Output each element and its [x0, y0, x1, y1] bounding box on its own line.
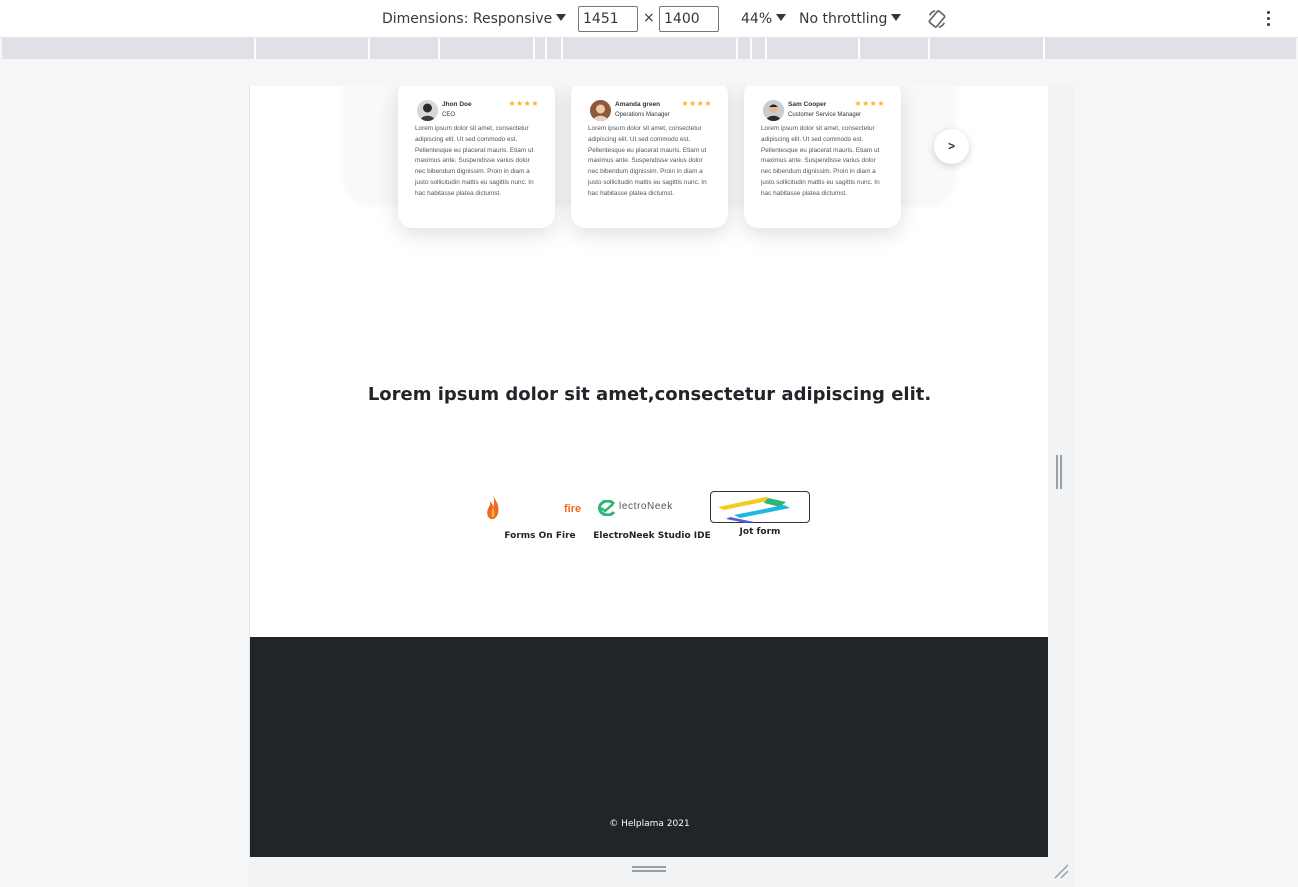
chevron-down-icon [556, 14, 567, 21]
dimensions-label: Dimensions: Responsive [382, 11, 553, 27]
testimonial-card: Amanda green Operations Manager ★★★★ Lor… [571, 86, 728, 228]
bottom-resize-handle[interactable] [632, 866, 666, 874]
testimonial-card: Jhon Doe CEO ★★★★ Lorem ipsum dolor sit … [398, 86, 555, 228]
reviewer-name: Jhon Doe [442, 101, 472, 108]
footer: © Helplama 2021 [250, 637, 1048, 857]
next-arrow-button[interactable]: > [934, 129, 969, 164]
reviewer-name: Sam Cooper [788, 101, 827, 108]
jotform-logo [710, 491, 810, 523]
avatar [417, 100, 438, 121]
star-rating: ★★★★ [508, 99, 539, 108]
star-rating: ★★★★ [854, 99, 885, 108]
width-input[interactable] [578, 6, 638, 32]
times-separator: × [643, 10, 655, 26]
testimonial-text: Lorem ipsum dolor sit amet, consectetur … [588, 125, 707, 197]
testimonial-text: Lorem ipsum dolor sit amet, consectetur … [761, 125, 880, 197]
brand-forms-on-fire[interactable]: fire Forms On Fire [483, 493, 597, 541]
corner-resize-icon[interactable] [1053, 863, 1069, 879]
chevron-down-icon [776, 14, 787, 21]
rotate-icon[interactable] [926, 8, 948, 30]
reviewer-role: Operations Manager [615, 112, 670, 118]
electroneek-logo-text: lectroNeek [619, 501, 673, 512]
electroneek-logo-icon [597, 500, 616, 516]
throttling-dropdown[interactable]: No throttling [799, 9, 902, 29]
media-query-bar[interactable] [2, 38, 1296, 59]
right-resize-handle[interactable] [1056, 455, 1064, 489]
height-input[interactable] [659, 6, 719, 32]
reviewer-name: Amanda green [615, 101, 661, 108]
zoom-dropdown[interactable]: 44% [741, 9, 787, 29]
throttling-label: No throttling [799, 11, 888, 27]
page-viewport: Jhon Doe CEO ★★★★ Lorem ipsum dolor sit … [249, 86, 1048, 857]
reviewer-role: Customer Service Manager [788, 112, 862, 118]
avatar [590, 100, 611, 121]
brand-label: Jot form [739, 527, 781, 537]
star-rating: ★★★★ [681, 99, 712, 108]
flame-icon [487, 494, 499, 520]
fire-logo-text: fire [564, 503, 582, 515]
chevron-down-icon [891, 14, 902, 21]
avatar [763, 100, 784, 121]
zoom-label: 44% [741, 11, 773, 27]
copyright-text: © Helplama 2021 [609, 819, 690, 829]
reviewer-role: CEO [442, 112, 456, 118]
testimonial-card: Sam Cooper Customer Service Manager ★★★★… [744, 86, 901, 228]
testimonial-text: Lorem ipsum dolor sit amet, consectetur … [415, 125, 534, 197]
brand-label: ElectroNeek Studio IDE [593, 531, 711, 541]
brand-jotform[interactable]: Jot form [705, 491, 815, 537]
device-toolbar: Dimensions: Responsive × 44% No throttli… [0, 0, 1298, 38]
brand-label: Forms On Fire [504, 531, 576, 541]
more-options-icon[interactable] [1262, 10, 1274, 28]
brand-electroneek[interactable]: lectroNeek ElectroNeek Studio IDE [592, 493, 712, 541]
jotform-logo-icon [718, 497, 790, 523]
dimensions-dropdown[interactable]: Dimensions: Responsive [382, 9, 567, 29]
section-headline: Lorem ipsum dolor sit amet,consectetur a… [367, 384, 932, 405]
